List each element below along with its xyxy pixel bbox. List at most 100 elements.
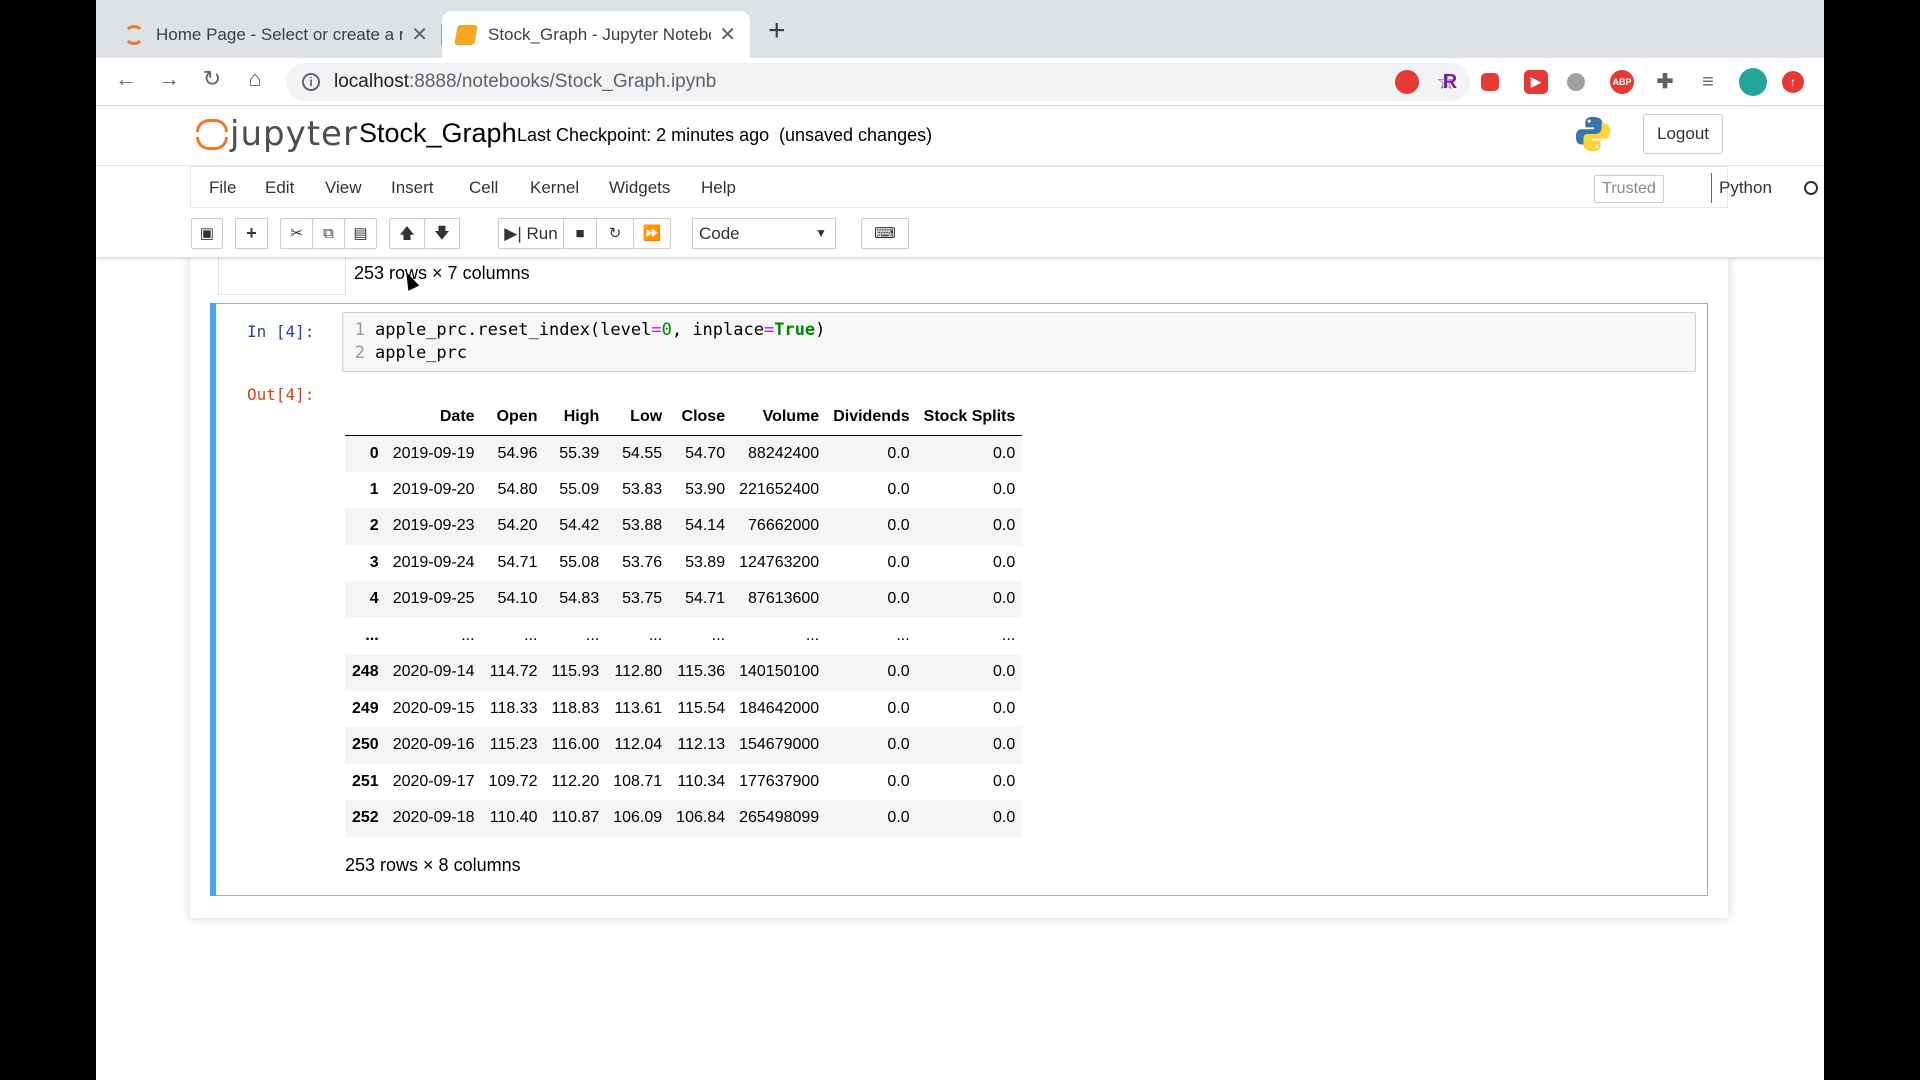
profile-icon[interactable] <box>1739 68 1767 96</box>
restart-run-all-button[interactable]: ⏩ <box>633 218 671 249</box>
table-cell: 54.10 <box>497 590 538 608</box>
table-cell: 0.0 <box>993 553 1016 571</box>
row-index: 0 <box>369 444 379 462</box>
puzzle-icon[interactable]: ✚ <box>1653 70 1677 94</box>
autosave-status: (unsaved changes) <box>779 125 933 145</box>
reload-icon[interactable]: ↻ <box>196 66 228 92</box>
menu-cell[interactable]: Cell <box>469 178 498 198</box>
notebook-favicon-icon <box>454 24 478 45</box>
jupyter-favicon-icon <box>124 24 144 45</box>
circle-icon[interactable] <box>1567 73 1585 91</box>
table-cell: 2019-09-24 <box>392 553 475 571</box>
red-square-icon[interactable] <box>1481 73 1499 91</box>
table-cell: 0.0 <box>887 590 910 608</box>
table-cell: 177637900 <box>739 772 820 790</box>
new-tab-icon[interactable]: + <box>768 14 786 48</box>
cell-type-select[interactable]: Code ▼ <box>692 218 836 249</box>
table-cell: 54.42 <box>559 517 600 535</box>
table-cell: 115.36 <box>677 663 726 681</box>
back-icon[interactable]: ← <box>110 66 142 92</box>
table-cell: 0.0 <box>887 444 910 462</box>
menu-file[interactable]: File <box>209 178 236 198</box>
table-cell: 0.0 <box>887 517 910 535</box>
checkpoint-status: Last Checkpoint: 2 minutes ago <box>517 125 770 145</box>
menu-widgets[interactable]: Widgets <box>609 178 670 198</box>
interrupt-button[interactable]: ■ <box>563 218 597 249</box>
row-index: 1 <box>369 480 379 498</box>
cut-button[interactable]: ✂ <box>280 218 313 249</box>
table-cell: 53.76 <box>622 553 663 571</box>
menu-insert[interactable]: Insert <box>391 178 434 198</box>
code-editor[interactable]: 1 apple_prc.reset_index(level=0, inplace=… <box>342 312 1696 372</box>
tab-title: Stock_Graph - Jupyter Notebook <box>488 24 712 44</box>
update-icon[interactable]: ↑ <box>1782 71 1804 93</box>
site-info-icon[interactable]: i <box>302 73 320 91</box>
trusted-indicator[interactable]: Trusted <box>1594 175 1664 203</box>
command-palette-button[interactable]: ⌨ <box>861 218 909 249</box>
table-cell: 2019-09-19 <box>392 444 475 462</box>
previous-output-prompt <box>218 257 346 295</box>
table-cell: 115.54 <box>677 699 726 717</box>
jupyter-logo[interactable]: jupyter <box>194 114 358 154</box>
menu-kernel[interactable]: Kernel <box>530 178 579 198</box>
logout-button[interactable]: Logout <box>1643 114 1723 154</box>
table-cell: 116.00 <box>551 736 600 754</box>
code-cell-selected[interactable]: In [4]: 1 apple_prc.reset_index(level=0, … <box>210 303 1708 896</box>
run-button[interactable]: ▶| Run <box>498 218 564 249</box>
tab-stock-graph[interactable]: Stock_Graph - Jupyter Notebook ✕ <box>442 11 750 58</box>
row-index: 2 <box>369 517 379 535</box>
tab-home-page[interactable]: Home Page - Select or create a notebook … <box>110 11 442 58</box>
move-up-button[interactable]: 🡅 <box>389 218 425 249</box>
table-cell: ... <box>805 626 820 644</box>
close-tab-icon[interactable]: ✕ <box>403 22 428 47</box>
table-cell: ... <box>711 626 726 644</box>
paste-button[interactable]: ▤ <box>344 218 377 249</box>
column-header: Dividends <box>833 407 910 425</box>
table-row: 252 2020-09-18 110.40 110.87 106.09 106.84 265… <box>345 800 1023 837</box>
table-cell: 54.20 <box>497 517 538 535</box>
table-cell: 0.0 <box>993 809 1016 827</box>
adblock-icon[interactable]: ABP <box>1610 70 1634 94</box>
table-cell: 53.90 <box>685 480 726 498</box>
video-icon[interactable]: ▶ <box>1524 70 1548 94</box>
jupyter-ring-icon <box>194 117 228 151</box>
table-cell: 54.14 <box>685 517 726 535</box>
copy-button[interactable]: ⧉ <box>312 218 345 249</box>
close-tab-icon[interactable]: ✕ <box>711 22 736 47</box>
table-cell: 55.09 <box>559 480 600 498</box>
selected-cell-bar <box>210 303 216 896</box>
table-cell: 54.83 <box>559 590 600 608</box>
tab-strip: Home Page - Select or create a notebook … <box>96 0 1824 58</box>
move-down-button[interactable]: 🡇 <box>424 218 460 249</box>
notebook-name[interactable]: Stock_Graph <box>359 118 517 149</box>
menu-view[interactable]: View <box>325 178 362 198</box>
home-icon[interactable]: ⌂ <box>239 66 271 92</box>
insert-cell-button[interactable]: + <box>235 218 268 249</box>
row-index: 250 <box>352 736 379 754</box>
restart-button[interactable]: ↻ <box>596 218 634 249</box>
table-cell: 54.71 <box>685 590 726 608</box>
table-cell: 54.96 <box>497 444 538 462</box>
table-row: 248 2020-09-14 114.72 115.93 112.80 115.36 140… <box>345 654 1023 691</box>
table-cell: 55.39 <box>559 444 600 462</box>
menu-edit[interactable]: Edit <box>265 178 294 198</box>
save-icon: ▣ <box>199 225 215 242</box>
table-cell: 54.71 <box>497 553 538 571</box>
save-button[interactable]: ▣ <box>191 218 223 249</box>
table-row: 250 2020-09-16 115.23 116.00 112.04 112.13 154… <box>345 727 1023 764</box>
menu-help[interactable]: Help <box>701 178 736 198</box>
table-cell: 110.87 <box>551 809 600 827</box>
table-cell: 0.0 <box>993 772 1016 790</box>
url-bar[interactable]: i localhost:8888/notebooks/Stock_Graph.i… <box>286 63 1470 101</box>
playlist-icon[interactable]: ≡ <box>1696 70 1720 94</box>
table-cell: 106.84 <box>676 809 726 827</box>
forward-icon[interactable]: → <box>153 66 185 92</box>
r-icon[interactable]: R <box>1438 70 1462 94</box>
row-index: 248 <box>352 663 379 681</box>
line-number: 1 <box>354 320 365 340</box>
address-bar-row: ← → ↻ ⌂ i localhost:8888/notebooks/Stock… <box>96 58 1824 106</box>
table-cell: 0.0 <box>887 699 910 717</box>
opera-icon[interactable] <box>1395 70 1419 94</box>
table-row: 4 2019-09-25 54.10 54.83 53.75 54.71 87613600 0… <box>345 581 1023 618</box>
table-cell: 2020-09-16 <box>392 736 475 754</box>
